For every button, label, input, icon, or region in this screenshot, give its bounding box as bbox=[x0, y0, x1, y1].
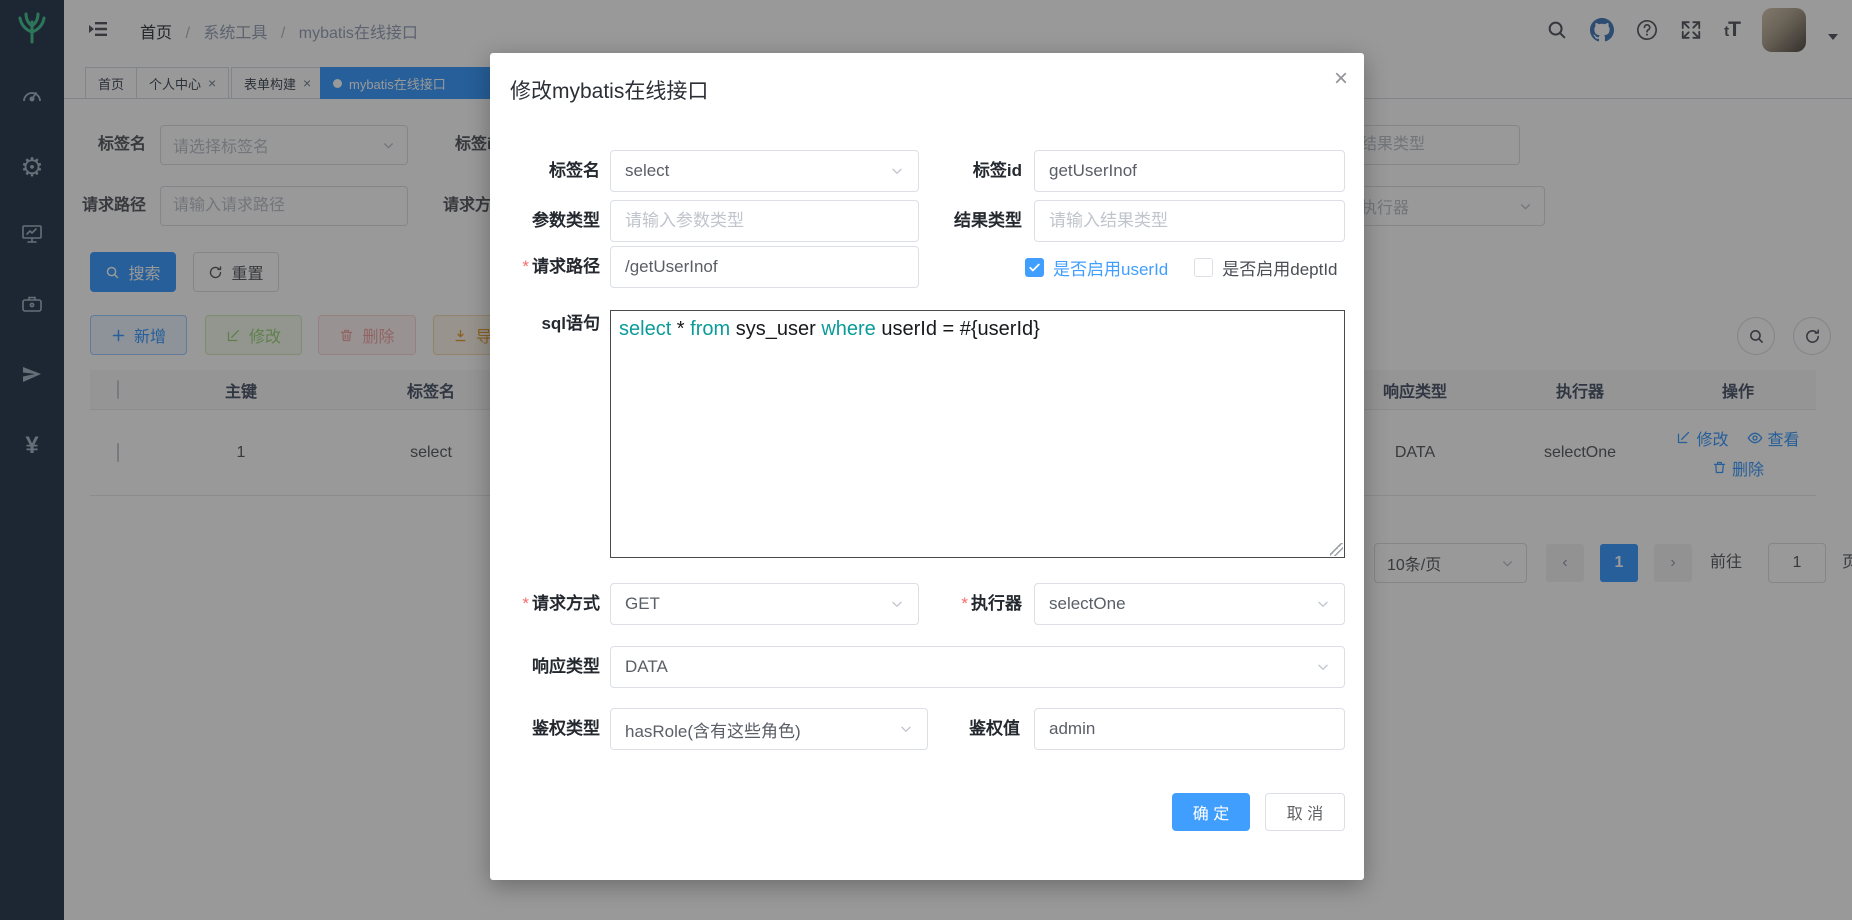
resize-grip-icon[interactable] bbox=[1330, 543, 1343, 556]
field-tagid-label: 标签id bbox=[870, 150, 1022, 192]
field-tagname-label: 标签名 bbox=[490, 150, 600, 192]
sql-editor[interactable]: select * from sys_user where userId = #{… bbox=[610, 310, 1345, 558]
checkbox-checked-icon bbox=[1025, 258, 1044, 277]
chevron-down-icon bbox=[1316, 660, 1330, 674]
cancel-button[interactable]: 取 消 bbox=[1265, 793, 1345, 831]
checkbox-group: 是否启用userId 是否启用deptId bbox=[1025, 246, 1338, 288]
field-resulttype-label: 结果类型 bbox=[870, 200, 1022, 242]
field-authtype-label: 鉴权类型 bbox=[490, 708, 600, 750]
field-tagid-input[interactable] bbox=[1034, 150, 1345, 192]
field-authvalue-input[interactable] bbox=[1034, 708, 1345, 750]
dialog-close-icon[interactable]: × bbox=[1334, 67, 1348, 91]
field-responsetype-select[interactable]: DATA bbox=[610, 646, 1345, 688]
enable-deptid-checkbox[interactable]: 是否启用deptId bbox=[1194, 255, 1337, 280]
field-sql-label: sql语句 bbox=[490, 303, 600, 345]
field-authtype-select[interactable]: hasRole(含有这些角色) bbox=[610, 708, 928, 750]
edit-dialog: 修改mybatis在线接口 × 标签名 select 标签id 参数类型 结果类… bbox=[490, 53, 1364, 880]
chevron-down-icon bbox=[1316, 597, 1330, 611]
app-root: ⚙ ¥ 首页 / bbox=[0, 0, 1852, 920]
confirm-button[interactable]: 确 定 bbox=[1172, 793, 1250, 831]
field-requestpath-input[interactable] bbox=[610, 246, 919, 288]
checkbox-unchecked-icon bbox=[1194, 258, 1213, 277]
field-executor-label: *执行器 bbox=[870, 583, 1022, 625]
field-requestpath-label: *请求路径 bbox=[490, 246, 600, 288]
field-method-label: *请求方式 bbox=[490, 583, 600, 625]
field-paramtype-label: 参数类型 bbox=[490, 200, 600, 242]
dialog-title: 修改mybatis在线接口 bbox=[510, 75, 708, 105]
enable-userid-checkbox[interactable]: 是否启用userId bbox=[1025, 255, 1168, 280]
field-executor-select[interactable]: selectOne bbox=[1034, 583, 1345, 625]
field-authvalue-label: 鉴权值 bbox=[910, 708, 1020, 750]
field-responsetype-label: 响应类型 bbox=[490, 646, 600, 688]
field-resulttype-input[interactable] bbox=[1034, 200, 1345, 242]
